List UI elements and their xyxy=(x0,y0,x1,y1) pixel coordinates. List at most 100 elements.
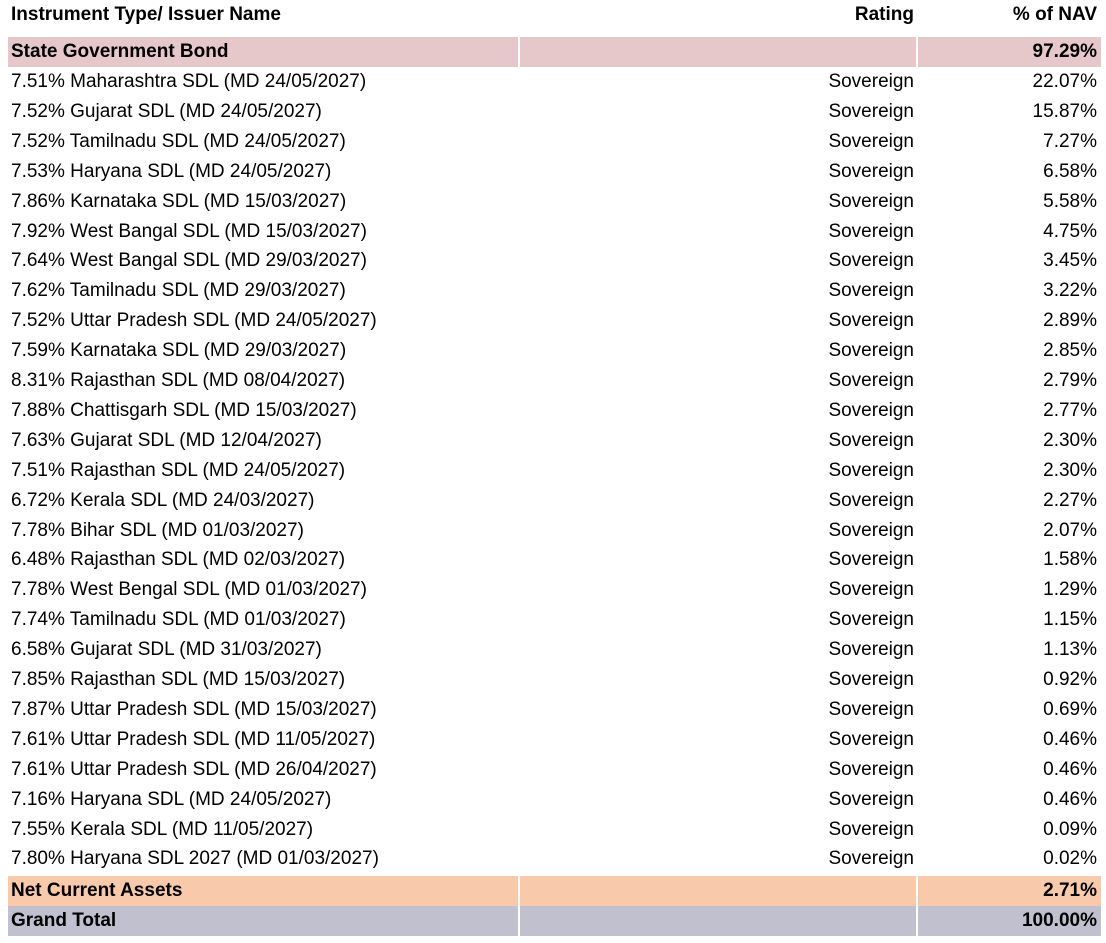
issuer-name: 8.31% Rajasthan SDL (MD 08/04/2027) xyxy=(11,370,346,391)
nav-percent-value: 2.79% xyxy=(1043,370,1097,391)
table-row: 7.52% Tamilnadu SDL (MD 24/05/2027) Sover… xyxy=(0,127,1106,157)
header-rating: Rating xyxy=(854,4,914,25)
rating-value: Sovereign xyxy=(828,250,914,272)
section-label: State Government Bond xyxy=(11,41,229,62)
section-band xyxy=(520,37,916,67)
rating-value: Sovereign xyxy=(828,609,914,631)
issuer-name: 7.92% West Bangal SDL (MD 15/03/2027) xyxy=(11,220,367,242)
rating-value: Sovereign xyxy=(828,489,914,511)
table-row: 7.74% Tamilnadu SDL (MD 01/03/2027) Sover… xyxy=(0,605,1106,635)
net-current-assets-nav-percent: 2.71% xyxy=(1043,880,1097,901)
table-row: 7.51% Maharashtra SDL (MD 24/05/2027) Sov… xyxy=(0,67,1106,97)
table-header-row: Instrument Type/ Issuer Name Rating % of… xyxy=(0,0,1106,30)
rating-value: Sovereign xyxy=(828,758,914,780)
issuer-name: 7.53% Haryana SDL (MD 24/05/2027) xyxy=(11,160,332,182)
nav-percent-value: 0.69% xyxy=(1043,698,1097,720)
rating-value: Sovereign xyxy=(828,788,914,810)
section-nav-percent: 97.29% xyxy=(1032,41,1097,62)
issuer-name: 7.61% Uttar Pradesh SDL (MD 11/05/2027) xyxy=(11,728,376,750)
header-nav-percent: % of NAV xyxy=(1012,4,1097,25)
nav-percent-value: 1.13% xyxy=(1043,639,1097,661)
nav-percent-value: 0.02% xyxy=(1043,848,1097,870)
table-row: 7.59% Karnataka SDL (MD 29/03/2027) Sover… xyxy=(0,336,1106,366)
rating-value: Sovereign xyxy=(828,519,914,541)
issuer-name: 7.78% Bihar SDL (MD 01/03/2027) xyxy=(11,519,304,541)
nav-percent-value: 1.15% xyxy=(1043,609,1097,631)
section-row-state-government-bond: State Government Bond 97.29% xyxy=(0,37,1106,67)
nav-percent-value: 0.46% xyxy=(1043,728,1097,750)
rating-value: Sovereign xyxy=(828,728,914,750)
grand-total-nav-percent: 100.00% xyxy=(1021,910,1097,931)
nav-percent-value: 6.58% xyxy=(1043,160,1097,182)
rating-value: Sovereign xyxy=(828,579,914,601)
nav-percent-value: 0.09% xyxy=(1043,818,1097,840)
issuer-name: 7.88% Chattisgarh SDL (MD 15/03/2027) xyxy=(11,399,357,421)
table-row: 7.92% West Bangal SDL (MD 15/03/2027) Sov… xyxy=(0,217,1106,247)
table-row: 7.78% West Bengal SDL (MD 01/03/2027) Sov… xyxy=(0,575,1106,605)
nav-percent-value: 2.85% xyxy=(1043,340,1097,362)
table-row: 7.52% Uttar Pradesh SDL (MD 24/05/2027) S… xyxy=(0,306,1106,336)
nav-percent-value: 2.30% xyxy=(1043,429,1097,451)
rating-value: Sovereign xyxy=(828,130,914,152)
issuer-name: 7.74% Tamilnadu SDL (MD 01/03/2027) xyxy=(11,609,346,631)
rating-value: Sovereign xyxy=(828,818,914,840)
nav-percent-value: 5.58% xyxy=(1043,190,1097,212)
table-row: 7.55% Kerala SDL (MD 11/05/2027) Sovereig… xyxy=(0,815,1106,845)
nav-percent-value: 0.46% xyxy=(1043,758,1097,780)
nav-percent-value: 7.27% xyxy=(1043,130,1097,152)
rating-value: Sovereign xyxy=(828,669,914,690)
rating-value: Sovereign xyxy=(828,280,914,302)
issuer-name: 7.64% West Bangal SDL (MD 29/03/2027) xyxy=(11,250,367,272)
portfolio-holdings-table: Instrument Type/ Issuer Name Rating % of… xyxy=(0,0,1106,943)
table-row: 7.78% Bihar SDL (MD 01/03/2027) Sovereign… xyxy=(0,516,1106,546)
issuer-name: 7.85% Rajasthan SDL (MD 15/03/2027) xyxy=(11,669,346,690)
nav-percent-value: 0.46% xyxy=(1043,788,1097,810)
nav-percent-value: 2.27% xyxy=(1043,489,1097,511)
grand-total-label: Grand Total xyxy=(11,910,117,931)
table-row: 7.87% Uttar Pradesh SDL (MD 15/03/2027) S… xyxy=(0,695,1106,725)
table-row: 7.86% Karnataka SDL (MD 15/03/2027) Sover… xyxy=(0,187,1106,217)
issuer-name: 7.62% Tamilnadu SDL (MD 29/03/2027) xyxy=(11,280,346,302)
table-row: 6.58% Gujarat SDL (MD 31/03/2027) Soverei… xyxy=(0,635,1106,665)
issuer-name: 7.80% Haryana SDL 2027 (MD 01/03/2027) xyxy=(11,848,379,870)
issuer-name: 7.51% Rajasthan SDL (MD 24/05/2027) xyxy=(11,459,346,481)
issuer-name: 6.58% Gujarat SDL (MD 31/03/2027) xyxy=(11,639,322,661)
nav-percent-value: 0.92% xyxy=(1043,669,1097,690)
rating-value: Sovereign xyxy=(828,848,914,870)
nav-percent-value: 3.45% xyxy=(1043,250,1097,272)
table-row: 7.61% Uttar Pradesh SDL (MD 11/05/2027) S… xyxy=(0,725,1106,755)
total-band xyxy=(520,906,916,936)
header-instrument-name: Instrument Type/ Issuer Name xyxy=(11,4,281,25)
table-row: 7.16% Haryana SDL (MD 24/05/2027) Soverei… xyxy=(0,785,1106,815)
rating-value: Sovereign xyxy=(828,100,914,122)
table-row: 8.31% Rajasthan SDL (MD 08/04/2027) Sover… xyxy=(0,366,1106,396)
issuer-name: 6.72% Kerala SDL (MD 24/03/2027) xyxy=(11,489,315,511)
issuer-name: 7.63% Gujarat SDL (MD 12/04/2027) xyxy=(11,429,322,451)
rating-value: Sovereign xyxy=(828,639,914,661)
issuer-name: 7.52% Gujarat SDL (MD 24/05/2027) xyxy=(11,100,322,122)
rating-value: Sovereign xyxy=(828,220,914,242)
issuer-name: 7.52% Tamilnadu SDL (MD 24/05/2027) xyxy=(11,130,346,152)
table-row: 7.53% Haryana SDL (MD 24/05/2027) Soverei… xyxy=(0,157,1106,187)
nav-percent-value: 22.07% xyxy=(1032,71,1097,92)
rating-value: Sovereign xyxy=(828,310,914,332)
issuer-name: 7.16% Haryana SDL (MD 24/05/2027) xyxy=(11,788,332,810)
issuer-name: 7.78% West Bengal SDL (MD 01/03/2027) xyxy=(11,579,367,601)
nav-percent-value: 1.58% xyxy=(1043,549,1097,571)
table-row: 6.48% Rajasthan SDL (MD 02/03/2027) Sover… xyxy=(0,545,1106,575)
table-row: 7.63% Gujarat SDL (MD 12/04/2027) Soverei… xyxy=(0,426,1106,456)
rating-value: Sovereign xyxy=(828,399,914,421)
nav-percent-value: 2.07% xyxy=(1043,519,1097,541)
nav-percent-value: 15.87% xyxy=(1032,100,1097,122)
issuer-name: 7.55% Kerala SDL (MD 11/05/2027) xyxy=(11,818,314,840)
nav-percent-value: 3.22% xyxy=(1043,280,1097,302)
issuer-name: 7.52% Uttar Pradesh SDL (MD 24/05/2027) xyxy=(11,310,377,332)
table-row: 7.51% Rajasthan SDL (MD 24/05/2027) Sover… xyxy=(0,456,1106,486)
table-row: 7.80% Haryana SDL 2027 (MD 01/03/2027) So… xyxy=(0,844,1106,874)
nav-percent-value: 1.29% xyxy=(1043,579,1097,601)
nav-percent-value: 2.77% xyxy=(1043,399,1097,421)
table-row: 7.52% Gujarat SDL (MD 24/05/2027) Soverei… xyxy=(0,97,1106,127)
rating-value: Sovereign xyxy=(828,71,914,92)
table-row: 7.88% Chattisgarh SDL (MD 15/03/2027) Sov… xyxy=(0,396,1106,426)
rating-value: Sovereign xyxy=(828,160,914,182)
